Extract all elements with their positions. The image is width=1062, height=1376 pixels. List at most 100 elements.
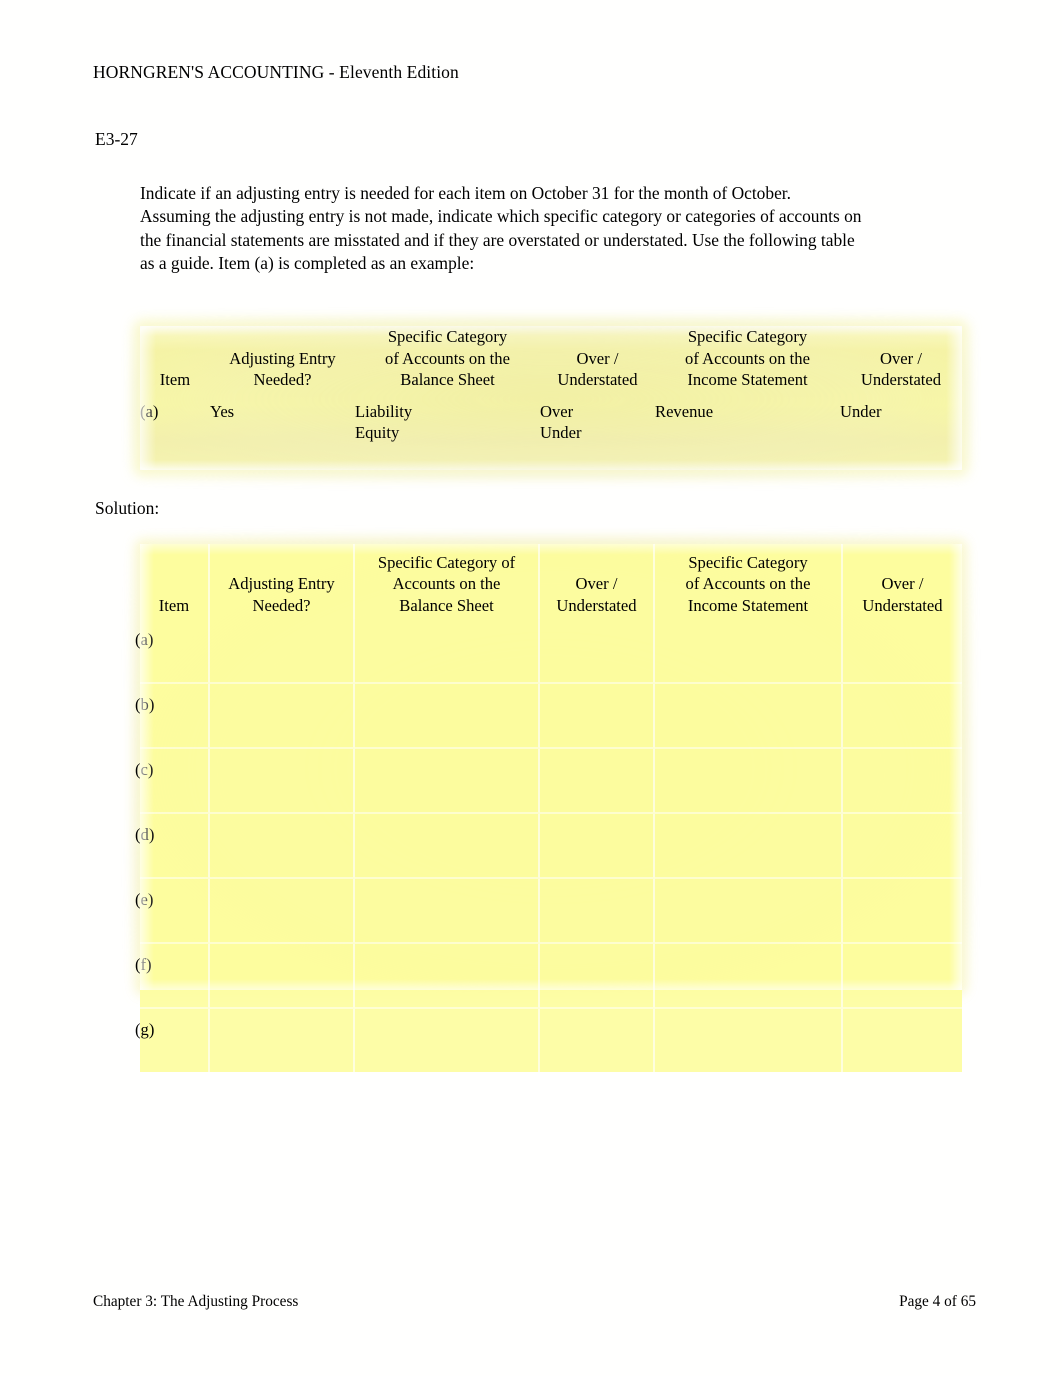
guide-header-isou-line-1: Over / bbox=[880, 348, 922, 368]
guide-cell-bs-line-1: Liability bbox=[355, 401, 413, 421]
solution-cell-income-statement-over-under[interactable] bbox=[843, 814, 962, 879]
solution-header-adjusting-line-2: Needed? bbox=[252, 595, 311, 615]
solution-table-container: Item Adjusting Entry Needed? Specific Ca… bbox=[135, 544, 962, 1072]
exercise-instructions: Indicate if an adjusting entry is needed… bbox=[140, 183, 862, 273]
solution-cell-income-statement-category[interactable] bbox=[655, 944, 843, 1009]
solution-cell-adjusting-entry-needed[interactable] bbox=[210, 684, 355, 749]
guide-table: Item Adjusting Entry Needed? Specific Ca… bbox=[140, 326, 962, 470]
solution-cell-income-statement-over-under[interactable] bbox=[843, 1009, 962, 1072]
solution-cell-adjusting-entry-needed[interactable] bbox=[210, 1009, 355, 1072]
solution-cell-balance-sheet-over-under[interactable] bbox=[540, 879, 655, 944]
guide-header-item-line-1: Item bbox=[159, 370, 191, 389]
solution-item-label: (f) bbox=[135, 955, 152, 974]
solution-cell-balance-sheet-over-under[interactable] bbox=[540, 944, 655, 1009]
solution-header-balance-sheet-over-under: Over / Understated bbox=[540, 544, 655, 619]
solution-cell-income-statement-category[interactable] bbox=[655, 814, 843, 879]
solution-cell-balance-sheet-over-under[interactable] bbox=[540, 684, 655, 749]
solution-cell-income-statement-category[interactable] bbox=[655, 879, 843, 944]
guide-cell-balance-sheet-category: Liability Equity bbox=[355, 393, 540, 471]
solution-header-adjusting-entry-needed: Adjusting Entry Needed? bbox=[210, 544, 355, 619]
solution-header-income-statement-category: Specific Category of Accounts on the Inc… bbox=[655, 544, 843, 619]
solution-table: Item Adjusting Entry Needed? Specific Ca… bbox=[135, 544, 962, 1072]
solution-table-row: (e) bbox=[135, 879, 962, 944]
solution-cell-income-statement-category[interactable] bbox=[655, 749, 843, 814]
guide-header-is-line-1: Specific Category bbox=[687, 327, 808, 346]
solution-cell-adjusting-entry-needed[interactable] bbox=[210, 619, 355, 684]
solution-cell-item: (d) bbox=[135, 814, 210, 879]
guide-cell-isou-line-1: Under bbox=[840, 401, 882, 421]
solution-header-item-line-1: Item bbox=[158, 595, 190, 615]
solution-item-label: (b) bbox=[135, 695, 155, 714]
guide-cell-is-line-1: Revenue bbox=[655, 401, 714, 421]
solution-cell-balance-sheet-over-under[interactable] bbox=[540, 749, 655, 814]
guide-table-row: (a) Yes Liability Equity Over Under Reve… bbox=[140, 393, 962, 471]
exercise-number: E3-27 bbox=[95, 129, 138, 149]
guide-header-balance-sheet-over-under: Over / Understated bbox=[540, 326, 655, 393]
solution-cell-item: (f) bbox=[135, 944, 210, 1009]
guide-cell-balance-sheet-over-under: Over Under bbox=[540, 393, 655, 471]
solution-table-row: (f) bbox=[135, 944, 962, 1009]
solution-cell-balance-sheet-category[interactable] bbox=[355, 619, 540, 684]
solution-header-isou-line-1: Over / bbox=[881, 574, 924, 593]
solution-item-label: (a) bbox=[135, 630, 154, 649]
solution-cell-item: (c) bbox=[135, 749, 210, 814]
solution-cell-balance-sheet-category[interactable] bbox=[355, 814, 540, 879]
solution-cell-income-statement-over-under[interactable] bbox=[843, 944, 962, 1009]
solution-table-row: (d) bbox=[135, 814, 962, 879]
guide-header-balance-sheet-category: Specific Category of Accounts on the Bal… bbox=[355, 326, 540, 393]
solution-header-is-line-1: Specific Category bbox=[688, 552, 808, 572]
solution-cell-income-statement-over-under[interactable] bbox=[843, 879, 962, 944]
solution-cell-balance-sheet-category[interactable] bbox=[355, 944, 540, 1009]
solution-header-bs-line-2: Accounts on the bbox=[392, 574, 501, 593]
guide-header-is-line-2: of Accounts on the bbox=[685, 348, 810, 368]
solution-cell-balance-sheet-category[interactable] bbox=[355, 879, 540, 944]
guide-header-isou-line-2: Understated bbox=[860, 370, 942, 389]
solution-cell-adjusting-entry-needed[interactable] bbox=[210, 944, 355, 1009]
solution-cell-item: (g) bbox=[135, 1009, 210, 1072]
guide-cell-adjusting-entry-needed: Yes bbox=[210, 401, 235, 421]
solution-cell-balance-sheet-category[interactable] bbox=[355, 684, 540, 749]
solution-cell-item: (e) bbox=[135, 879, 210, 944]
guide-cell-bsou-line-1: Over bbox=[540, 401, 574, 421]
guide-cell-bs-line-2: Equity bbox=[355, 423, 400, 442]
solution-header-bs-line-3: Balance Sheet bbox=[399, 595, 494, 615]
solution-header-isou-line-2: Understated bbox=[862, 595, 943, 615]
solution-cell-balance-sheet-category[interactable] bbox=[355, 749, 540, 814]
solution-header-income-statement-over-under: Over / Understated bbox=[843, 544, 962, 619]
solution-cell-income-statement-category[interactable] bbox=[655, 684, 843, 749]
solution-cell-income-statement-over-under[interactable] bbox=[843, 684, 962, 749]
guide-header-bs-line-2: of Accounts on the bbox=[385, 348, 510, 368]
solution-header-bsou-line-1: Over / bbox=[575, 574, 618, 593]
solution-table-row: (a) bbox=[135, 619, 962, 684]
solution-cell-income-statement-category[interactable] bbox=[655, 619, 843, 684]
page-footer: Chapter 3: The Adjusting Process Page 4 … bbox=[93, 1293, 976, 1311]
solution-header-is-line-3: Income Statement bbox=[687, 595, 809, 615]
solution-table-row: (c) bbox=[135, 749, 962, 814]
solution-cell-item: (a) bbox=[135, 619, 210, 684]
guide-cell-income-statement-category: Revenue bbox=[655, 393, 840, 471]
guide-header-bsou-line-1: Over / bbox=[576, 348, 619, 368]
solution-cell-item: (b) bbox=[135, 684, 210, 749]
solution-table-header-row: Item Adjusting Entry Needed? Specific Ca… bbox=[140, 544, 962, 619]
guide-header-bsou-line-2: Understated bbox=[557, 370, 638, 389]
solution-cell-balance-sheet-category[interactable] bbox=[355, 1009, 540, 1072]
solution-item-label: (g) bbox=[135, 1020, 155, 1039]
guide-header-adjusting-line-2: Needed? bbox=[253, 370, 312, 389]
solution-cell-income-statement-over-under[interactable] bbox=[843, 619, 962, 684]
document-page: HORNGREN'S ACCOUNTING - Eleventh Edition… bbox=[0, 0, 1062, 1376]
solution-cell-balance-sheet-over-under[interactable] bbox=[540, 1009, 655, 1072]
solution-cell-income-statement-over-under[interactable] bbox=[843, 749, 962, 814]
solution-label: Solution: bbox=[95, 498, 160, 518]
solution-cell-adjusting-entry-needed[interactable] bbox=[210, 814, 355, 879]
solution-item-label: (d) bbox=[135, 825, 155, 844]
solution-cell-income-statement-category[interactable] bbox=[655, 1009, 843, 1072]
solution-cell-adjusting-entry-needed[interactable] bbox=[210, 749, 355, 814]
guide-header-item: Item bbox=[140, 326, 210, 393]
solution-cell-adjusting-entry-needed[interactable] bbox=[210, 879, 355, 944]
solution-header-is-line-2: of Accounts on the bbox=[685, 574, 811, 593]
document-header-title: HORNGREN'S ACCOUNTING - Eleventh Edition bbox=[93, 62, 459, 82]
solution-cell-balance-sheet-over-under[interactable] bbox=[540, 619, 655, 684]
guide-header-bs-line-3: Balance Sheet bbox=[400, 370, 495, 389]
solution-cell-balance-sheet-over-under[interactable] bbox=[540, 814, 655, 879]
footer-page-number: Page 4 of 65 bbox=[899, 1293, 976, 1310]
